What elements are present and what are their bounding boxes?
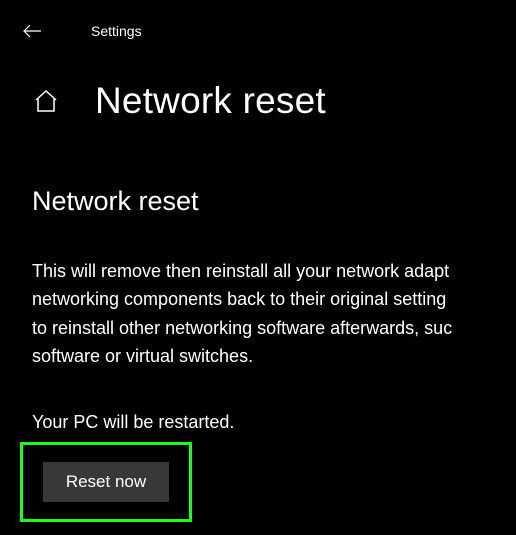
description-line: This will remove then reinstall all your… <box>32 257 516 285</box>
header-bar: Settings <box>0 0 516 48</box>
page-title: Network reset <box>95 80 326 122</box>
content-area: Network reset This will remove then rein… <box>0 122 516 433</box>
back-icon[interactable] <box>22 21 42 41</box>
header-title: Settings <box>91 23 142 39</box>
description-line: to reinstall other networking software a… <box>32 314 516 342</box>
description-line: software or virtual switches. <box>32 342 516 370</box>
home-icon[interactable] <box>32 87 60 115</box>
restart-note: Your PC will be restarted. <box>32 412 516 433</box>
highlight-annotation: Reset now <box>20 442 192 522</box>
reset-now-button[interactable]: Reset now <box>43 462 169 502</box>
title-row: Network reset <box>0 48 516 122</box>
description-line: networking components back to their orig… <box>32 285 516 313</box>
section-subtitle: Network reset <box>32 186 516 217</box>
description-text: This will remove then reinstall all your… <box>32 257 516 371</box>
